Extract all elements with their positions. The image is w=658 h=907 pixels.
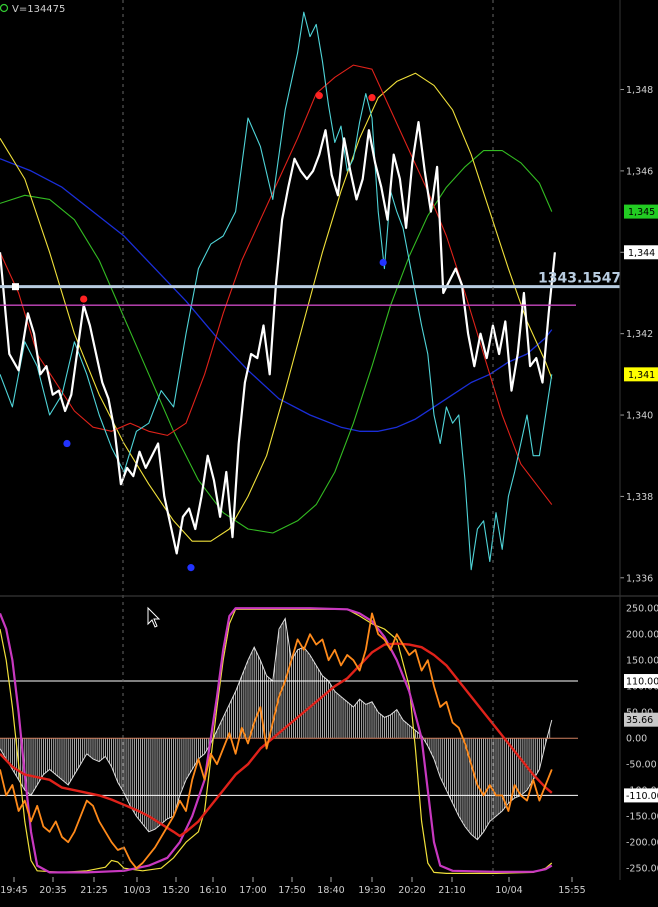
level-handle — [12, 283, 19, 291]
x-tick-label: 19:45 — [0, 885, 27, 896]
x-tick-label: 20:35 — [39, 885, 66, 896]
x-tick-label: 19:30 — [358, 885, 385, 896]
osc-y-tick-label: 250.00 — [626, 604, 658, 615]
osc-y-tick-label: -250.00 — [626, 864, 658, 875]
chart-background — [0, 0, 658, 907]
x-tick-label: 20:20 — [398, 885, 425, 896]
y-tick-label: 1,336 — [626, 573, 653, 584]
level-badge-label: 35.66 — [626, 715, 653, 726]
signal-dot-blue — [379, 258, 387, 267]
volume-label: V=134475 — [12, 4, 65, 15]
x-tick-label: 21:10 — [438, 885, 465, 896]
osc-y-tick-label: -150.00 — [626, 812, 658, 823]
osc-y-tick-label: -50.00 — [626, 760, 657, 771]
signal-dot-red — [315, 92, 323, 100]
y-tick-label: 1,342 — [626, 329, 653, 340]
chart-canvas: 1,348 1,346 1,344 1,342 1,340 1,338 1,336 1343.… — [0, 0, 658, 907]
x-tick-label: 15:20 — [162, 885, 189, 896]
signal-dot-red — [368, 94, 376, 102]
y-tick-label: 1,340 — [626, 411, 653, 422]
x-tick-label: 17:50 — [278, 885, 305, 896]
x-tick-label: 10/03 — [123, 885, 150, 896]
y-tick-label: 1,346 — [626, 166, 653, 177]
signal-dot-blue — [187, 564, 195, 572]
x-tick-label: 15:55 — [558, 885, 585, 896]
level-label: 1343.1547 — [538, 271, 621, 287]
osc-y-tick-label: -200.00 — [626, 838, 658, 849]
osc-y-tick-label: 200.00 — [626, 630, 658, 641]
x-tick-label: 18:40 — [317, 885, 344, 896]
osc-y-tick-label: 0.00 — [626, 734, 647, 745]
x-tick-label: 16:10 — [199, 885, 226, 896]
osc-y-tick-label: 150.00 — [626, 656, 658, 667]
y-tick-label: 1,348 — [626, 85, 653, 96]
y-tick-label: 1,338 — [626, 492, 653, 503]
price-badge-label: 1,345 — [628, 207, 655, 218]
price-badge-label: 1,341 — [628, 370, 655, 381]
level-badge-label: 110.00 — [626, 677, 658, 688]
x-tick-label: 21:25 — [80, 885, 107, 896]
signal-dot-red — [80, 295, 88, 303]
price-badge-label: 1,344 — [628, 248, 655, 259]
x-tick-label: 17:00 — [239, 885, 266, 896]
x-tick-label: 10/04 — [495, 885, 522, 896]
signal-dot-blue — [63, 439, 71, 448]
level-badge-label: -110.00 — [626, 791, 658, 802]
